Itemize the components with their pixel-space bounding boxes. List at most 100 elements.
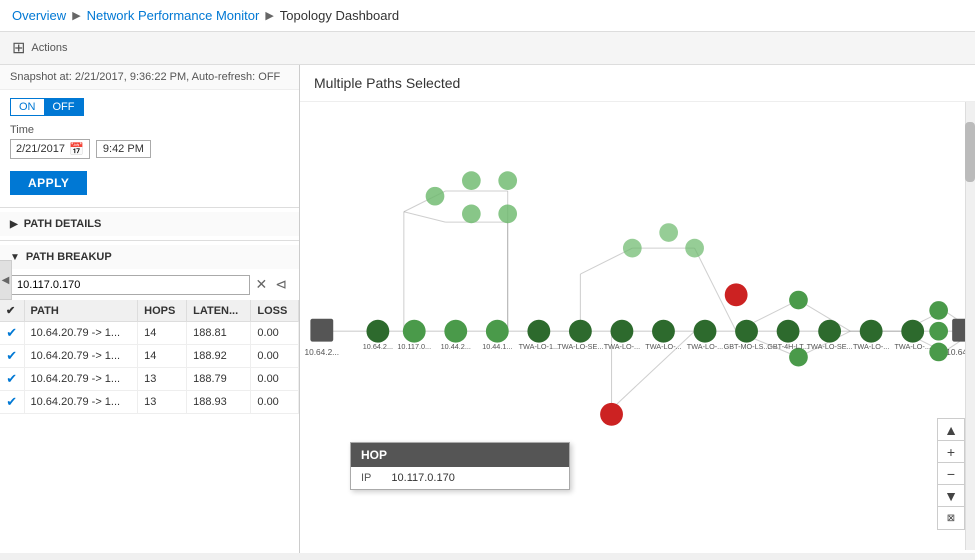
row-loss-1: 0.00 [251,345,299,368]
row-hops-1: 14 [138,345,187,368]
node-5 [527,320,550,343]
node-upper-1 [426,187,445,206]
filter-button[interactable]: ⊲ [273,274,289,295]
node-1 [366,320,389,343]
snapshot-text: Snapshot at: 2/21/2017, 9:36:22 PM, Auto… [10,71,280,83]
row-check-1[interactable]: ✔ [0,345,24,368]
breadcrumb-sep-2: ▶ [265,9,273,22]
row-hops-3: 13 [138,391,187,414]
row-loss-2: 0.00 [251,368,299,391]
right-panel: Multiple Paths Selected [300,65,975,553]
time-label: Time [10,124,289,136]
date-input[interactable]: 2/21/2017 📅 [10,139,90,159]
node-upper-5 [498,205,517,224]
zoom-controls: ▲ + − ▼ ⊠ [937,418,965,530]
zoom-out-button[interactable]: − [938,463,964,485]
scroll-indicator [965,102,975,550]
table-row[interactable]: ✔ 10.64.20.79 -> 1... 13 188.79 0.00 [0,368,299,391]
col-latency: LATEN... [187,300,251,322]
node-9 [694,320,717,343]
col-path: PATH [24,300,138,322]
path-breakup-header[interactable]: ▼ PATH BREAKUP [0,245,299,269]
date-value: 2/21/2017 [16,143,65,155]
col-hops: HOPS [138,300,187,322]
toggle-row: ON OFF [0,90,299,120]
zoom-down-button[interactable]: ▼ [938,485,964,507]
topology-title-text: Multiple Paths Selected [314,75,460,91]
svg-text:GBT-4H-LT...: GBT-4H-LT... [767,342,809,351]
svg-text:TWA-LO-1...: TWA-LO-1... [519,342,559,351]
calendar-icon[interactable]: 📅 [69,142,84,156]
row-latency-1: 188.92 [187,345,251,368]
node-right-1 [789,291,808,310]
node-red-1 [725,283,748,306]
paths-table: ✔ PATH HOPS LATEN... LOSS ✔ 10.64.20.79 … [0,300,299,414]
collapse-handle[interactable]: ◀ [0,260,12,300]
table-row[interactable]: ✔ 10.64.20.79 -> 1... 13 188.93 0.00 [0,391,299,414]
node-8 [652,320,675,343]
search-row: ✕ ⊲ [0,269,299,300]
node-cluster-3 [685,239,704,258]
table-row[interactable]: ✔ 10.64.20.79 -> 1... 14 188.92 0.00 [0,345,299,368]
row-latency-0: 188.81 [187,322,251,345]
table-header-row: ✔ PATH HOPS LATEN... LOSS [0,300,299,322]
time-input[interactable]: 9:42 PM [96,140,151,158]
svg-text:TWA-LO-SE...: TWA-LO-SE... [557,342,603,351]
row-check-3[interactable]: ✔ [0,391,24,414]
table-row[interactable]: ✔ 10.64.20.79 -> 1... 14 188.81 0.00 [0,322,299,345]
node-right-5 [929,343,948,362]
svg-text:10.117.0...: 10.117.0... [397,342,431,351]
row-path-2: 10.64.20.79 -> 1... [24,368,138,391]
divider-2 [0,240,299,241]
time-inputs: 2/21/2017 📅 9:42 PM [10,139,289,159]
hop-tooltip-row: IP 10.117.0.170 [351,467,569,489]
main-layout: Snapshot at: 2/21/2017, 9:36:22 PM, Auto… [0,65,975,553]
row-latency-3: 188.93 [187,391,251,414]
node-right-4 [929,322,948,341]
toggle-off-button[interactable]: OFF [44,98,84,116]
node-3 [444,320,467,343]
svg-text:TWA-LO-...: TWA-LO-... [687,342,723,351]
toggle-on-button[interactable]: ON [10,98,44,116]
topology-canvas[interactable]: 10.64.2... 10.64.1... [300,102,975,550]
row-check-2[interactable]: ✔ [0,368,24,391]
time-section: Time 2/21/2017 📅 9:42 PM [0,120,299,163]
path-details-label: PATH DETAILS [24,218,102,230]
hop-ip-key: IP [361,472,371,484]
breadcrumb-sep-1: ▶ [72,9,80,22]
topology-title: Multiple Paths Selected [300,65,975,102]
row-hops-0: 14 [138,322,187,345]
node-right-3 [929,301,948,320]
zoom-in-button[interactable]: + [938,441,964,463]
node-cluster-2 [659,223,678,242]
svg-text:TWA-LO-...: TWA-LO-... [853,342,889,351]
node-12 [818,320,841,343]
zoom-fit-button[interactable]: ⊠ [938,507,964,529]
row-path-0: 10.64.20.79 -> 1... [24,322,138,345]
divider-1 [0,207,299,208]
node-red-2 [600,403,623,426]
svg-text:TWA-LO-...: TWA-LO-... [894,342,930,351]
col-loss: LOSS [251,300,299,322]
row-check-0[interactable]: ✔ [0,322,24,345]
actions-icon: ⊞ [12,38,25,58]
clear-button[interactable]: ✕ [254,274,270,295]
svg-text:10.64.2...: 10.64.2... [363,342,393,351]
breadcrumb-overview[interactable]: Overview [12,8,66,23]
node-4 [486,320,509,343]
svg-text:10.64.2...: 10.64.2... [305,347,340,357]
time-value: 9:42 PM [103,143,144,155]
row-loss-0: 0.00 [251,322,299,345]
path-details-arrow: ▶ [10,219,18,230]
zoom-up-button[interactable]: ▲ [938,419,964,441]
row-path-1: 10.64.20.79 -> 1... [24,345,138,368]
apply-button[interactable]: APPLY [10,171,87,195]
node-6 [569,320,592,343]
path-breakup-label: PATH BREAKUP [26,251,112,263]
hop-tooltip-header: HOP [351,443,569,467]
search-input[interactable] [10,275,250,295]
path-details-header[interactable]: ▶ PATH DETAILS [0,212,299,236]
node-13 [860,320,883,343]
breadcrumb-bar: Overview ▶ Network Performance Monitor ▶… [0,0,975,32]
breadcrumb-monitor[interactable]: Network Performance Monitor [87,8,260,23]
